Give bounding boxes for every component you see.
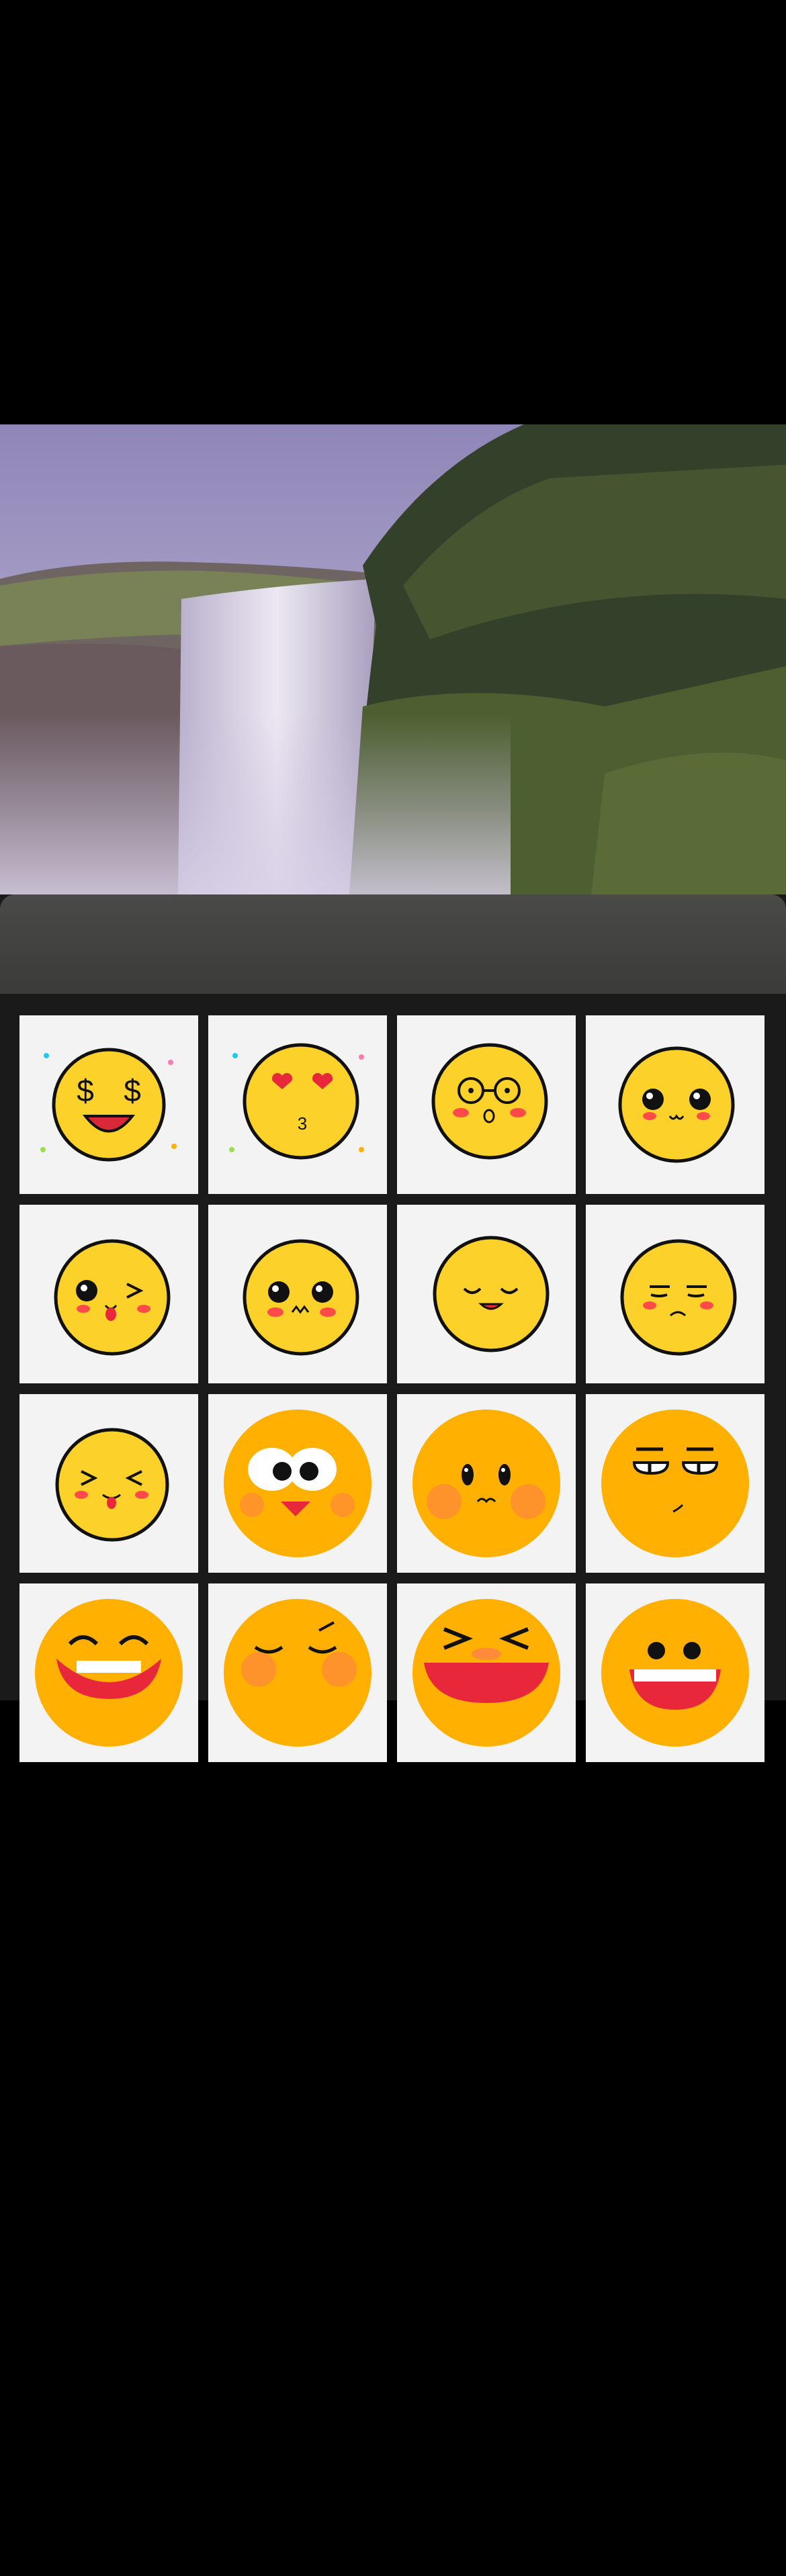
heart-eyes-kiss-emoji-icon: 3 <box>229 1043 364 1160</box>
side-eye-emoji-icon <box>601 1410 749 1557</box>
sticker-tile[interactable] <box>397 1583 576 1762</box>
sticker-tile[interactable] <box>19 1394 198 1573</box>
sticker-tile[interactable] <box>208 1394 387 1573</box>
sticker-tile[interactable] <box>397 1015 576 1194</box>
waterfall-image <box>0 424 786 894</box>
sticker-tile[interactable] <box>397 1394 576 1573</box>
open-mouth-emoji-icon <box>601 1599 749 1747</box>
money-eyes-emoji-icon: $ $ <box>40 1048 177 1162</box>
sticker-tile[interactable] <box>19 1583 198 1762</box>
squint-tongue-emoji-icon <box>55 1428 169 1542</box>
sticker-tile[interactable] <box>19 1205 198 1383</box>
squint-laugh-emoji-icon <box>412 1599 560 1747</box>
sticker-grid: $ $ 3 <box>19 1015 767 1762</box>
pout-emoji-icon <box>243 1239 359 1356</box>
laughing-emoji-icon <box>35 1599 183 1747</box>
sticker-sheet: $ $ 3 <box>0 894 786 2576</box>
sticker-tile[interactable] <box>208 1205 387 1383</box>
sticker-tile[interactable] <box>586 1583 765 1762</box>
home-indicator[interactable] <box>253 2567 533 2576</box>
glasses-surprised-emoji-icon <box>431 1043 548 1160</box>
sheet-header[interactable] <box>0 894 786 994</box>
sticker-tile[interactable] <box>586 1205 765 1383</box>
sticker-tile[interactable]: $ $ <box>19 1015 198 1194</box>
big-eyes-beak-emoji-icon <box>224 1410 372 1557</box>
svg-text:3: 3 <box>298 1113 307 1134</box>
wink-tongue-emoji-icon <box>54 1239 171 1356</box>
selected-photo[interactable] <box>0 424 786 894</box>
unamused-emoji-icon <box>620 1239 737 1356</box>
sticker-tile[interactable] <box>586 1015 765 1194</box>
blush-pout-emoji-icon <box>412 1410 560 1557</box>
cute-smile-emoji-icon <box>618 1046 735 1163</box>
svg-text:$: $ <box>77 1073 94 1108</box>
sticker-tile[interactable]: 3 <box>208 1015 387 1194</box>
sticker-tile[interactable] <box>208 1583 387 1762</box>
content-closed-eyes-emoji-icon <box>433 1236 550 1352</box>
svg-text:$: $ <box>124 1073 141 1108</box>
sticker-tile[interactable] <box>397 1205 576 1383</box>
sticker-tile[interactable] <box>586 1394 765 1573</box>
smirk-emoji-icon <box>224 1599 372 1747</box>
top-black-area <box>0 0 786 424</box>
